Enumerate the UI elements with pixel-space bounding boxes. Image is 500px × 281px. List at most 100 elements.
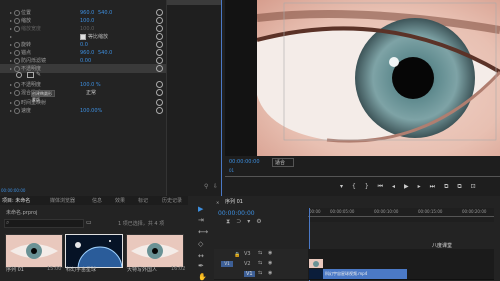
sync-lock-icon[interactable]: ⇆ (258, 270, 262, 276)
property-value-2[interactable]: 540.0 (98, 10, 112, 16)
property-value-2[interactable]: 540.0 (98, 50, 112, 56)
reset-icon[interactable] (156, 81, 163, 88)
program-marker: 01 (229, 168, 235, 173)
reset-icon[interactable] (156, 49, 163, 56)
eye-toggle-icon[interactable]: ◉ (268, 270, 272, 276)
track-select-icon[interactable]: ⇥ (198, 216, 204, 224)
ripple-edit-icon[interactable]: ⟷ (198, 228, 208, 236)
tab-markers[interactable]: 标记 (138, 197, 148, 204)
effect-property-row[interactable]: ▸混合模式正常 (0, 88, 166, 97)
hand-tool-icon[interactable]: ✋ (198, 273, 207, 281)
pen-mask-icon[interactable]: ✎ (36, 71, 41, 78)
expand-arrow-icon[interactable]: ▸ (10, 100, 12, 105)
v2-clip-thumb[interactable] (309, 259, 323, 268)
tab-media-browser[interactable]: 媒体浏览器 (50, 197, 75, 204)
v1-clip-thumb (309, 269, 323, 279)
tab-effects[interactable]: 效果 (115, 197, 125, 204)
property-value[interactable]: 100.0 (80, 26, 94, 32)
ec-timecode: 00:00:00:00 (1, 188, 26, 193)
stopwatch-icon[interactable] (14, 108, 20, 114)
property-label: 防闪烁滤镜 (21, 58, 47, 64)
property-value[interactable]: 960.0 (80, 10, 94, 16)
timeline-tab[interactable]: 序列 01 (225, 198, 243, 205)
property-label: 缩放宽度 (21, 26, 42, 32)
close-icon[interactable]: ✕ (216, 200, 219, 205)
item-label: 序列 01 (6, 267, 24, 273)
time-ruler[interactable]: 00:00 00:00:05:00 00:00:10:00 00:00:15:0… (308, 208, 494, 222)
selection-count: 1 项已选择，共 4 项 (118, 221, 165, 227)
program-timecode: 00:00:00:00 (229, 159, 260, 165)
transport-buttons[interactable]: ▾{}⏮◂▶▸⏭⧉⧉⊡ (340, 183, 485, 191)
tab-project[interactable]: 项目: 未命名 (2, 197, 30, 204)
expand-arrow-icon[interactable]: ▸ (10, 18, 12, 23)
property-label: 锚点 (21, 50, 32, 56)
expand-arrow-icon[interactable]: ▸ (10, 10, 12, 15)
stopwatch-icon[interactable] (14, 90, 20, 96)
tools-panel: ▶ ⇥ ⟷ ◇ ↔ ✒ ✋ (188, 196, 214, 281)
effect-playhead[interactable] (221, 0, 222, 196)
timeline-tool-icons[interactable]: ⧗⊃▾⚙ (226, 218, 268, 226)
property-value[interactable]: 0.0 (80, 42, 88, 48)
expand-arrow-icon[interactable]: ▸ (10, 90, 12, 95)
expand-arrow-icon[interactable]: ▸ (10, 58, 12, 63)
property-value[interactable]: 100.0 (80, 18, 94, 24)
property-label: 旋转 (21, 42, 32, 48)
fit-dropdown[interactable]: 适合 (272, 158, 295, 167)
eye-toggle-icon[interactable]: ◉ (268, 260, 272, 266)
expand-arrow-icon[interactable]: ▸ (10, 108, 12, 113)
effect-property-row[interactable]: ▸ 不透明度 (0, 64, 166, 73)
selection-tool-icon[interactable]: ▶ (198, 205, 203, 213)
tab-history[interactable]: 历史记录 (162, 197, 182, 204)
expand-arrow-icon[interactable]: ▸ (10, 34, 12, 39)
thumbnail-eye-2[interactable] (126, 234, 184, 268)
reset-icon[interactable] (156, 65, 163, 72)
reset-icon[interactable] (156, 9, 163, 16)
razor-tool-icon[interactable]: ◇ (198, 240, 203, 248)
tab-info[interactable]: 信息 (92, 197, 102, 204)
slip-tool-icon[interactable]: ↔ (198, 252, 204, 260)
property-label: 不透明度 (21, 82, 42, 88)
expand-arrow-icon[interactable]: ▸ (10, 66, 12, 71)
expand-arrow-icon[interactable]: ▸ (10, 42, 12, 47)
property-value[interactable]: 960.0 (80, 50, 94, 56)
effect-clip-bar (167, 0, 221, 5)
search-input[interactable] (4, 219, 84, 228)
lock-icon[interactable]: 🔒 (234, 252, 250, 258)
reset-icon[interactable] (156, 99, 163, 106)
rectangle-mask-icon[interactable] (27, 72, 34, 78)
track-label-v2: V2 (244, 261, 251, 267)
thumbnail-eye-1[interactable] (5, 234, 63, 268)
source-patch-v1[interactable]: V1 (221, 261, 233, 267)
reset-icon[interactable] (156, 25, 163, 32)
reset-icon[interactable] (156, 33, 163, 40)
reset-icon[interactable] (156, 107, 163, 114)
property-value[interactable]: 100.00% (80, 108, 102, 114)
reset-icon[interactable] (156, 17, 163, 24)
project-name: 未命名.prproj (6, 210, 38, 216)
eye-toggle-icon[interactable]: ◉ (268, 250, 272, 256)
expand-arrow-icon[interactable]: ▸ (10, 26, 12, 31)
sync-lock-icon[interactable]: ⇆ (258, 250, 262, 256)
reset-icon[interactable] (156, 89, 163, 96)
track-label-v1[interactable]: V1 (244, 271, 255, 277)
reset-icon[interactable] (156, 41, 163, 48)
expand-arrow-icon[interactable]: ▸ (10, 50, 12, 55)
reset-icon[interactable] (156, 57, 163, 64)
ellipse-mask-icon[interactable] (16, 72, 22, 78)
thumbnail-space[interactable] (65, 234, 123, 268)
new-bin-icon[interactable]: ▭ (86, 219, 92, 226)
item-label: 科幻宇宙星球 (66, 267, 97, 273)
timeline-timecode: 00:00:00:00 (218, 210, 255, 217)
program-scrub-bar[interactable] (225, 176, 500, 177)
property-value[interactable]: 100.0 % (80, 82, 101, 88)
sync-lock-icon[interactable]: ⇆ (258, 260, 262, 266)
effect-property-row[interactable]: ▸ 速度 100.00% (0, 106, 166, 115)
filter-icon[interactable]: ⚲ (204, 183, 208, 190)
expand-arrow-icon[interactable]: ▸ (10, 82, 12, 87)
property-value[interactable]: 等比缩放 (88, 33, 108, 40)
property-value[interactable]: 正常 (86, 89, 96, 96)
export-icon[interactable]: ⇩ (213, 183, 218, 190)
property-value[interactable]: 0.00 (80, 58, 91, 64)
pen-tool-icon[interactable]: ✒ (198, 262, 204, 270)
v1-clip[interactable]: 科幻宇宙星球视频.mp4 (309, 269, 407, 279)
